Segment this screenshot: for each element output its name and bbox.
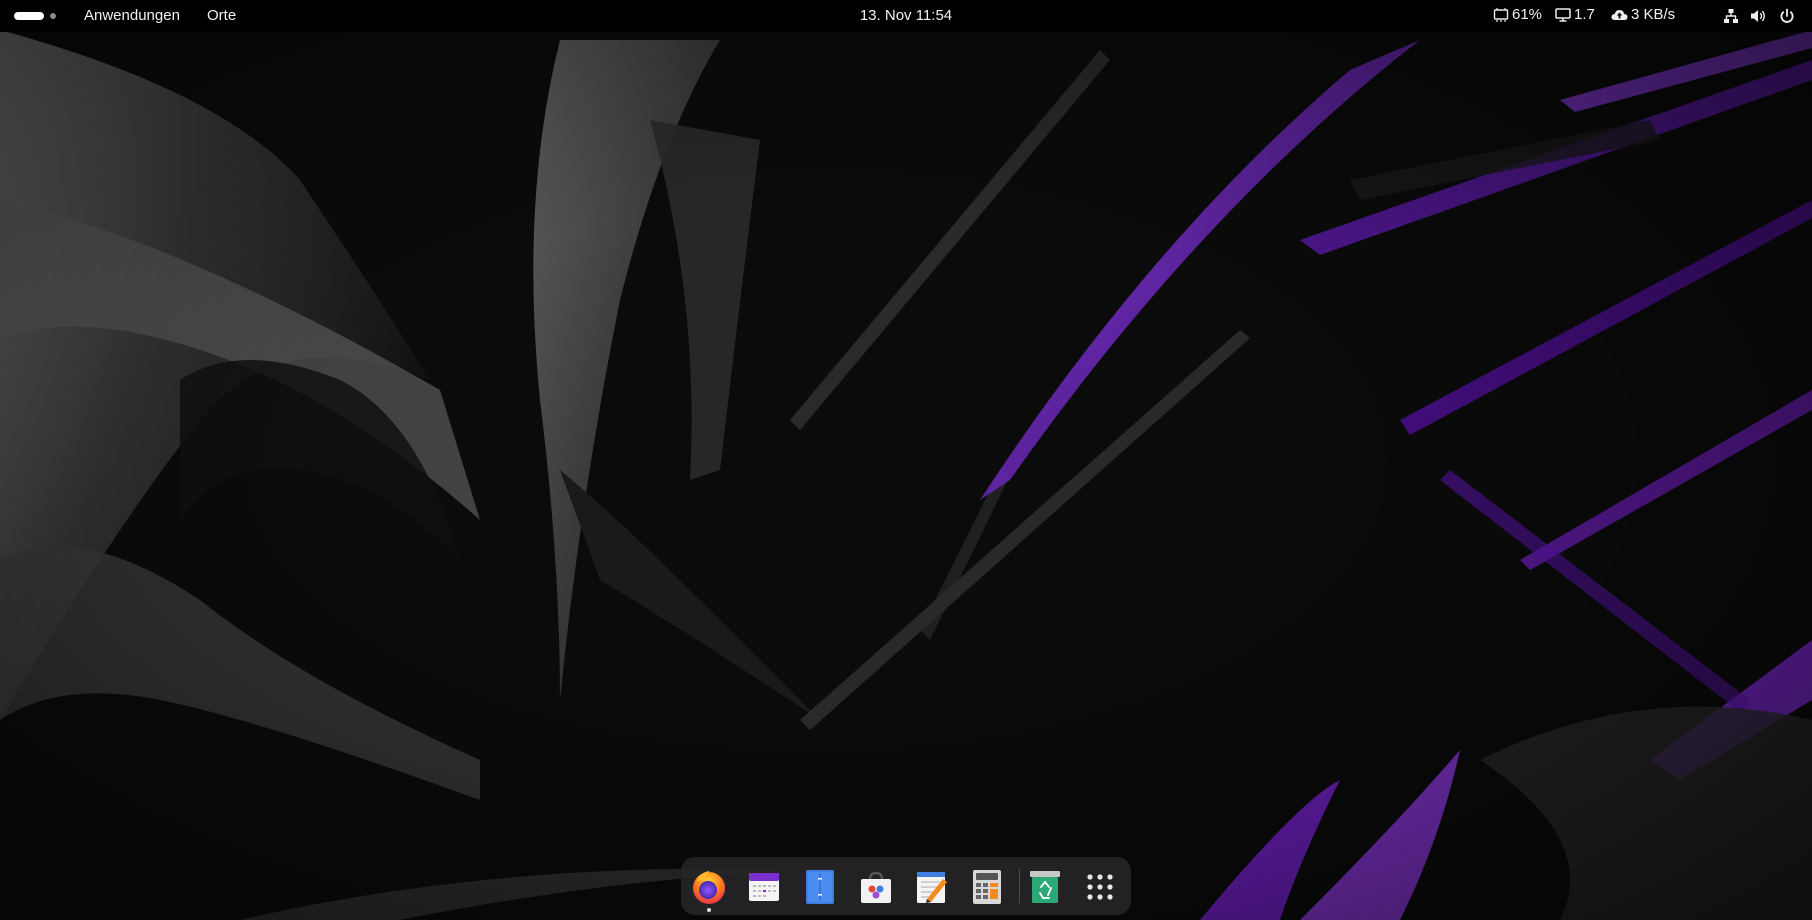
- dock-app-calendar[interactable]: [745, 868, 783, 906]
- cpu-indicator[interactable]: 61%: [1493, 6, 1542, 23]
- speaker-volume-icon: [1750, 8, 1767, 24]
- dock-app-text-editor[interactable]: [913, 868, 951, 906]
- workspace-active-indicator: [14, 12, 44, 20]
- date-time-menu[interactable]: 13. Nov 11:54: [860, 7, 952, 24]
- network-speed-value: 3 KB/s: [1631, 6, 1676, 23]
- cloud-upload-icon: [1611, 8, 1628, 22]
- power-icon: [1779, 8, 1795, 24]
- dock-app-software-center[interactable]: [857, 868, 895, 906]
- text-editor-icon: [915, 869, 949, 905]
- applications-menu[interactable]: Anwendungen: [84, 7, 180, 24]
- network-speed-indicator[interactable]: 3 KB/s: [1611, 6, 1675, 23]
- top-panel: Anwendungen Orte 13. Nov 11:54 61% 1.7 3…: [0, 0, 1812, 32]
- calendar-icon: [747, 870, 781, 904]
- dock-show-applications[interactable]: [1081, 868, 1119, 906]
- cpu-icon: [1493, 7, 1509, 22]
- trash-icon: [1029, 869, 1061, 905]
- places-menu[interactable]: Orte: [207, 7, 236, 24]
- load-indicator[interactable]: 1.7: [1555, 6, 1595, 23]
- monitor-icon: [1555, 7, 1571, 22]
- dock: [681, 857, 1131, 915]
- activities-button[interactable]: [14, 9, 58, 23]
- file-cabinet-icon: [805, 869, 835, 905]
- dock-app-files[interactable]: [801, 868, 839, 906]
- cpu-value: 61%: [1512, 6, 1543, 23]
- dock-trash[interactable]: [1026, 868, 1064, 906]
- load-value: 1.7: [1574, 6, 1595, 23]
- running-indicator: [707, 908, 711, 912]
- network-status-button[interactable]: [1723, 8, 1739, 24]
- desktop-wallpaper: [0, 0, 1812, 920]
- workspace-inactive-indicator: [50, 13, 56, 19]
- calculator-icon: [972, 869, 1002, 905]
- volume-button[interactable]: [1750, 8, 1767, 24]
- dock-separator: [1019, 869, 1020, 903]
- shopping-bag-icon: [858, 869, 894, 905]
- dock-app-calculator[interactable]: [968, 868, 1006, 906]
- wired-network-icon: [1723, 8, 1739, 24]
- app-grid-icon: [1086, 873, 1114, 901]
- firefox-icon: [690, 868, 728, 906]
- power-menu-button[interactable]: [1779, 8, 1795, 24]
- dock-app-firefox[interactable]: [690, 868, 728, 912]
